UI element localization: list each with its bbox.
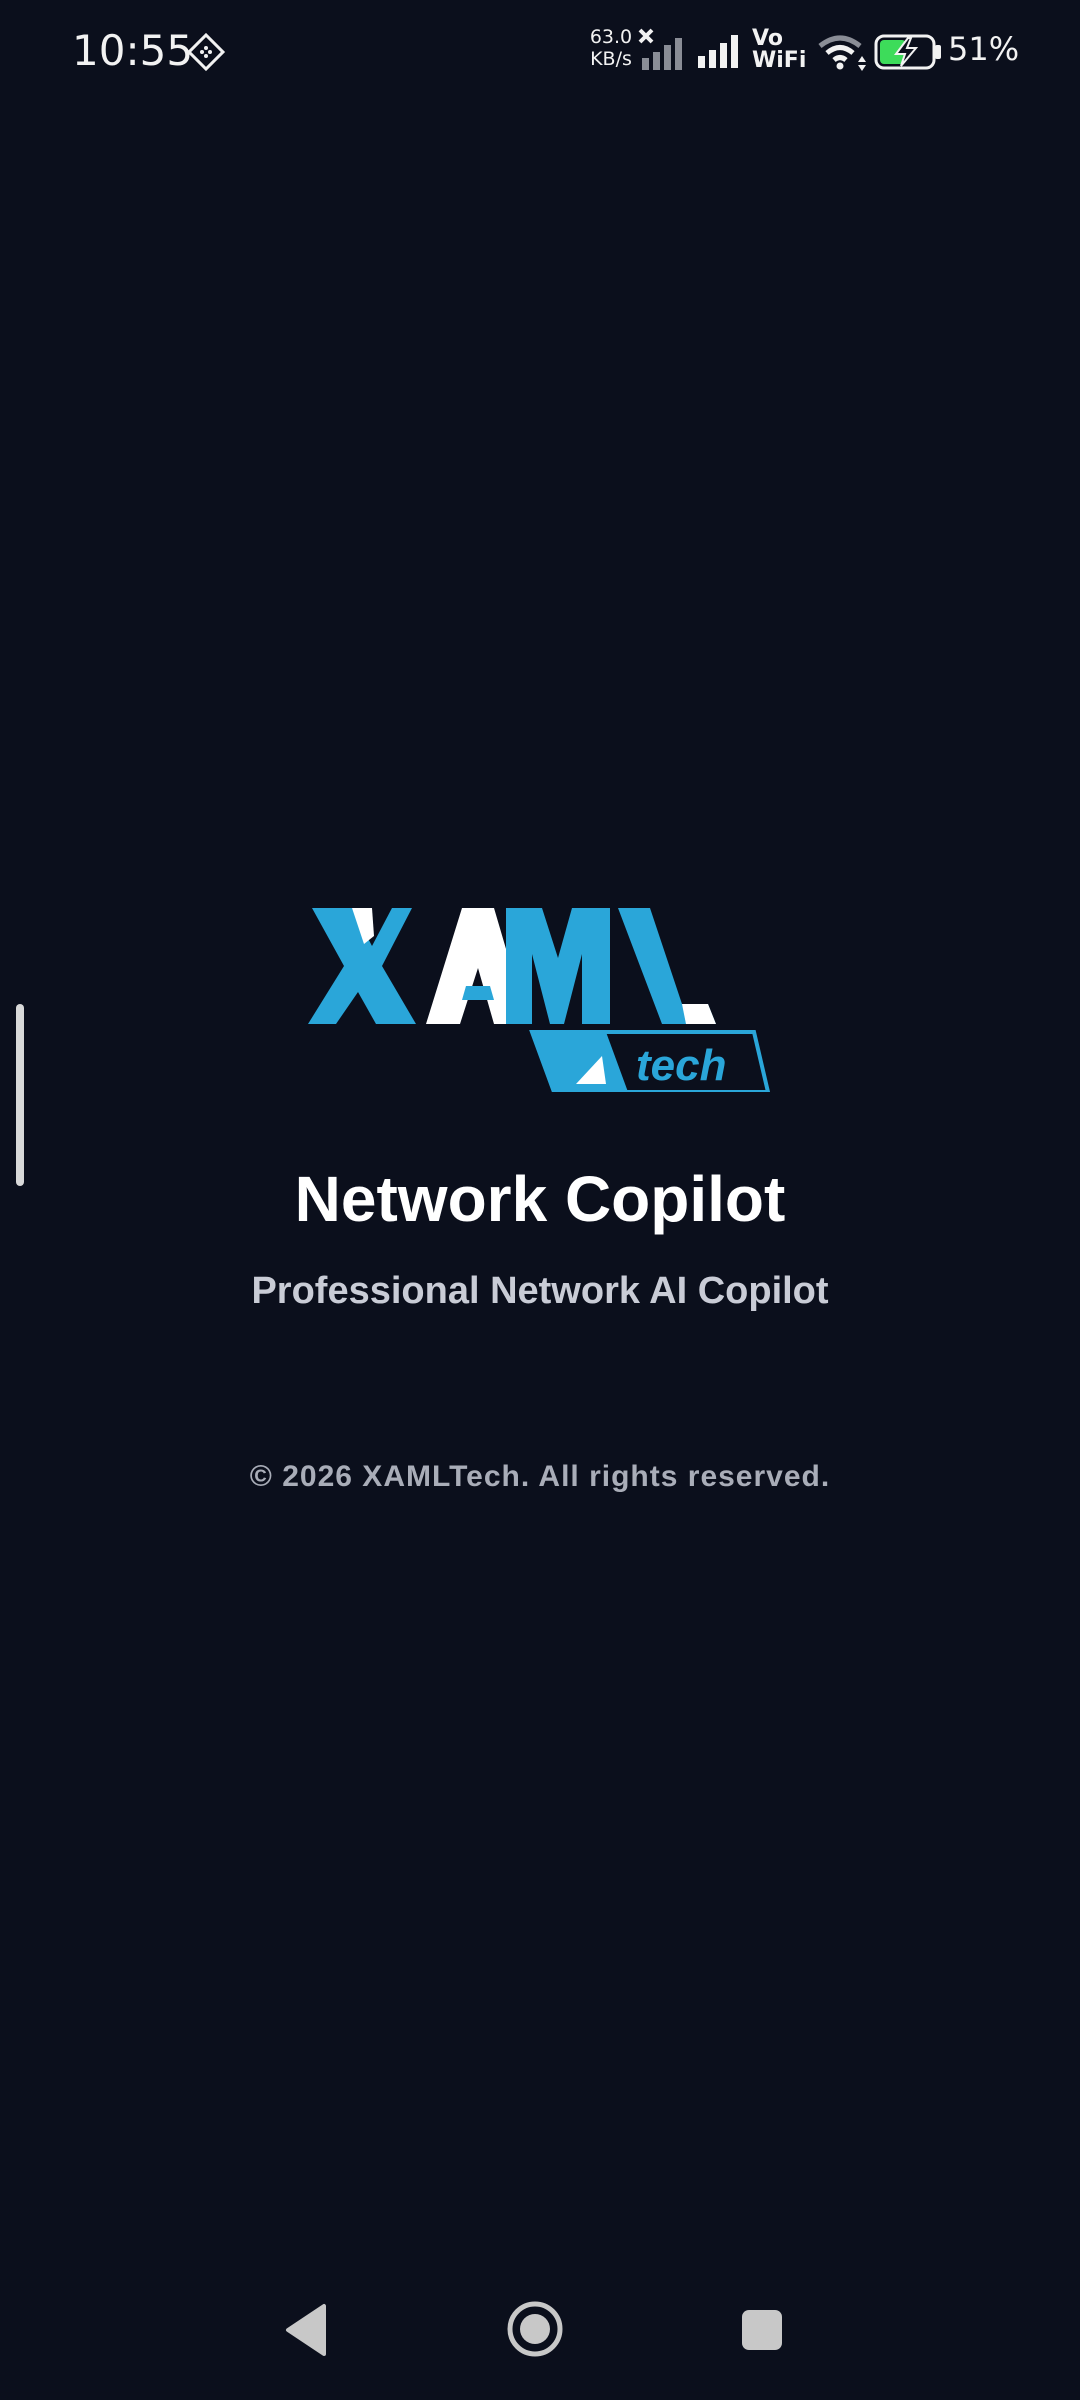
status-bar: 10:55 63.0 KB/s Vo WiFi 51% [0, 0, 1080, 104]
home-icon[interactable] [506, 2300, 564, 2358]
edge-scroll-handle[interactable] [16, 1004, 24, 1186]
vowifi-top: Vo [752, 26, 783, 51]
battery-charging-icon [874, 34, 941, 70]
xamltech-logo: tech [308, 908, 771, 1092]
signal-icon [698, 35, 738, 68]
no-signal-icon [638, 28, 682, 70]
vowifi-indicator: Vo WiFi [752, 28, 806, 72]
notification-diamond-icon [186, 32, 226, 72]
copyright-text: © 2026 XAMLTech. All rights reserved. [249, 1460, 831, 1493]
logo-tech-badge: tech [529, 1030, 771, 1092]
battery-percent: 51% [948, 30, 1020, 68]
logo-tech-text: tech [636, 1041, 726, 1090]
vowifi-bottom: WiFi [752, 48, 807, 73]
logo-xaml-wordmark [308, 908, 716, 1024]
status-clock: 10:55 [72, 26, 194, 75]
app-title: Network Copilot [294, 1163, 786, 1235]
splash-screen: 10:55 63.0 KB/s Vo WiFi 51% tech Network… [0, 0, 1080, 2400]
app-subtitle: Professional Network AI Copilot [251, 1270, 829, 1312]
recents-icon[interactable] [740, 2308, 784, 2352]
network-speed-unit: KB/s [590, 48, 632, 70]
network-speed-value: 63.0 [589, 26, 633, 48]
wifi-icon [818, 35, 866, 71]
system-nav-bar [0, 2280, 1080, 2380]
back-icon[interactable] [282, 2302, 332, 2358]
network-speed: 63.0 KB/s [586, 26, 636, 70]
